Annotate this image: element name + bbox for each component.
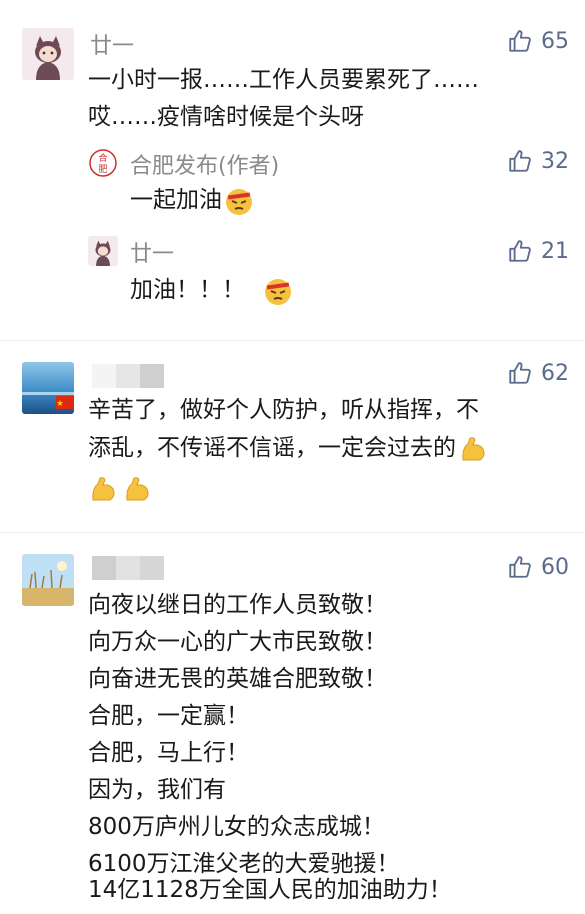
like-button[interactable]: 32 — [507, 148, 569, 174]
avatar[interactable] — [22, 28, 74, 80]
comment-text: 因为，我们有 — [88, 777, 226, 803]
comment-text: 哎……疫情啥时候是个头呀 — [88, 104, 364, 130]
flexed-biceps-icon — [462, 436, 485, 460]
svg-text:肥: 肥 — [98, 164, 107, 175]
divider — [0, 532, 585, 533]
reply-author[interactable]: 合肥发布(作者) — [130, 148, 279, 180]
like-button[interactable]: 65 — [507, 28, 569, 54]
comment-text: 向万众一心的广大市民致敬！ — [88, 629, 387, 655]
like-count: 21 — [541, 238, 569, 264]
flag-china-icon — [56, 396, 74, 409]
reply-text-content: 加油！！！ — [130, 277, 245, 303]
thumbs-up-icon — [509, 30, 531, 52]
flexed-biceps-icon — [92, 477, 115, 501]
comment-text: 添乱，不传谣不信谣，一定会过去的 — [88, 430, 488, 467]
determined-emoji-icon — [226, 188, 252, 215]
svg-text:合: 合 — [98, 152, 107, 164]
determined-emoji-icon — [265, 278, 291, 305]
comment-text: 14亿1128万全国人民的加油助力！ — [88, 877, 452, 903]
like-button[interactable]: 60 — [507, 554, 569, 580]
like-button[interactable]: 62 — [507, 360, 569, 386]
comment-text: 向奋进无畏的英雄合肥致敬！ — [88, 666, 387, 692]
comment-text: 800万庐州儿女的众志成城！ — [88, 814, 385, 840]
divider — [0, 340, 585, 341]
emoji-row — [88, 474, 152, 504]
like-count: 62 — [541, 360, 569, 386]
comment-text: 向夜以继日的工作人员致敬！ — [88, 592, 387, 618]
like-count: 32 — [541, 148, 569, 174]
avatar[interactable] — [22, 554, 74, 606]
blurred-username — [92, 556, 164, 580]
comment-text-content: 添乱，不传谣不信谣，一定会过去的 — [88, 435, 456, 461]
reply-text: 一起加油 — [130, 182, 254, 219]
like-button[interactable]: 21 — [507, 238, 569, 264]
thumbs-up-icon — [509, 556, 531, 578]
reply-avatar[interactable] — [88, 236, 118, 266]
thumbs-up-icon — [509, 240, 531, 262]
like-count: 60 — [541, 554, 569, 580]
flexed-biceps-icon — [126, 477, 149, 501]
like-count: 65 — [541, 28, 569, 54]
comment-text: 合肥，马上行！ — [88, 740, 249, 766]
comment-author[interactable]: 廿一 — [90, 28, 134, 60]
comment-text: 一小时一报……工作人员要累死了…… — [88, 67, 479, 93]
thumbs-up-icon — [509, 362, 531, 384]
blurred-username — [92, 364, 164, 388]
thumbs-up-icon — [509, 150, 531, 172]
reply-author[interactable]: 廿一 — [130, 236, 174, 268]
reply-text: 加油！！！ — [130, 272, 293, 309]
reply-avatar[interactable]: 合 肥 — [88, 148, 118, 178]
comment-text: 辛苦了，做好个人防护，听从指挥，不 — [88, 397, 479, 423]
reply-text-content: 一起加油 — [130, 187, 222, 213]
comment-text: 合肥，一定赢！ — [88, 703, 249, 729]
